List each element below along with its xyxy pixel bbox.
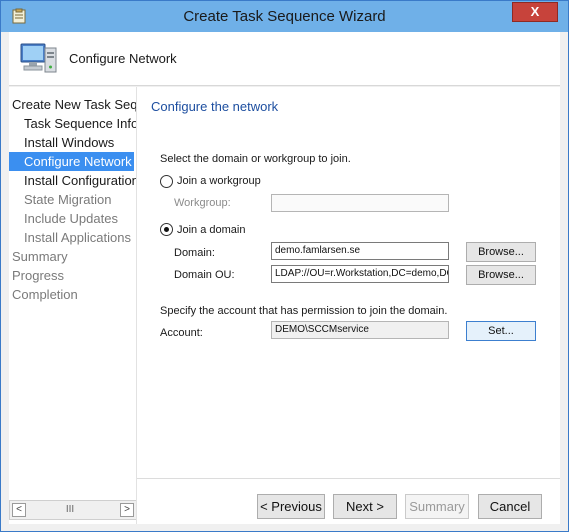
account-input[interactable]: DEMO\SCCMservice xyxy=(271,321,449,339)
workgroup-field-label: Workgroup: xyxy=(174,197,231,209)
account-prompt: Specify the account that has permission … xyxy=(160,305,448,317)
scroll-left-icon[interactable]: < xyxy=(12,503,26,517)
title-bar: Create Task Sequence Wizard X xyxy=(1,1,568,32)
domain-input[interactable]: demo.famlarsen.se xyxy=(271,242,449,260)
nav-item-install-applications[interactable]: Install Applications xyxy=(9,228,136,247)
next-button[interactable]: Next > xyxy=(333,494,397,519)
nav-item-create-new-task-sequence[interactable]: Create New Task Sequ xyxy=(9,95,136,114)
computer-network-icon xyxy=(20,43,57,73)
nav-item-include-updates[interactable]: Include Updates xyxy=(9,209,136,228)
summary-button[interactable]: Summary xyxy=(405,494,469,519)
main-panel: Configure the network Select the domain … xyxy=(138,87,560,524)
window-title: Create Task Sequence Wizard xyxy=(183,8,386,25)
domain-field-label: Domain: xyxy=(174,247,215,259)
workgroup-radio[interactable] xyxy=(160,175,173,188)
nav-item-configure-network[interactable]: Configure Network xyxy=(9,152,134,171)
scroll-right-icon[interactable]: > xyxy=(120,503,134,517)
domain-radio-label[interactable]: Join a domain xyxy=(177,224,246,236)
workgroup-radio-label[interactable]: Join a workgroup xyxy=(177,175,261,187)
domain-radio[interactable] xyxy=(160,223,173,236)
nav-item-summary[interactable]: Summary xyxy=(9,247,136,266)
section-title: Configure the network xyxy=(151,99,279,114)
wizard-header: Configure Network xyxy=(9,32,560,86)
nav-item-install-configuration[interactable]: Install Configuration xyxy=(9,171,136,190)
footer-separator xyxy=(137,478,560,479)
close-button[interactable]: X xyxy=(512,2,558,22)
nav-item-install-windows[interactable]: Install Windows xyxy=(9,133,136,152)
workgroup-input[interactable] xyxy=(271,194,449,212)
wizard-nav: Create New Task Sequ Task Sequence Infor… xyxy=(9,87,137,524)
domain-ou-browse-button[interactable]: Browse... xyxy=(466,265,536,285)
nav-item-task-sequence-information[interactable]: Task Sequence Infor xyxy=(9,114,136,133)
previous-button[interactable]: < Previous xyxy=(257,494,325,519)
account-label: Account: xyxy=(160,327,203,339)
domain-ou-label: Domain OU: xyxy=(174,269,235,281)
content-area: Create New Task Sequ Task Sequence Infor… xyxy=(9,87,560,524)
cancel-button[interactable]: Cancel xyxy=(478,494,542,519)
wizard-window: Create Task Sequence Wizard X Configure … xyxy=(0,0,569,532)
nav-item-progress[interactable]: Progress xyxy=(9,266,136,285)
nav-item-state-migration[interactable]: State Migration xyxy=(9,190,136,209)
domain-browse-button[interactable]: Browse... xyxy=(466,242,536,262)
page-title: Configure Network xyxy=(69,51,177,66)
set-account-button[interactable]: Set... xyxy=(466,321,536,341)
domain-ou-input[interactable]: LDAP://OU=r.Workstation,DC=demo,DC=fam xyxy=(271,265,449,283)
nav-item-completion[interactable]: Completion xyxy=(9,285,136,304)
nav-horizontal-scrollbar[interactable]: < III > xyxy=(9,500,136,520)
scroll-thumb[interactable]: III xyxy=(34,504,106,516)
select-prompt: Select the domain or workgroup to join. xyxy=(160,153,351,165)
